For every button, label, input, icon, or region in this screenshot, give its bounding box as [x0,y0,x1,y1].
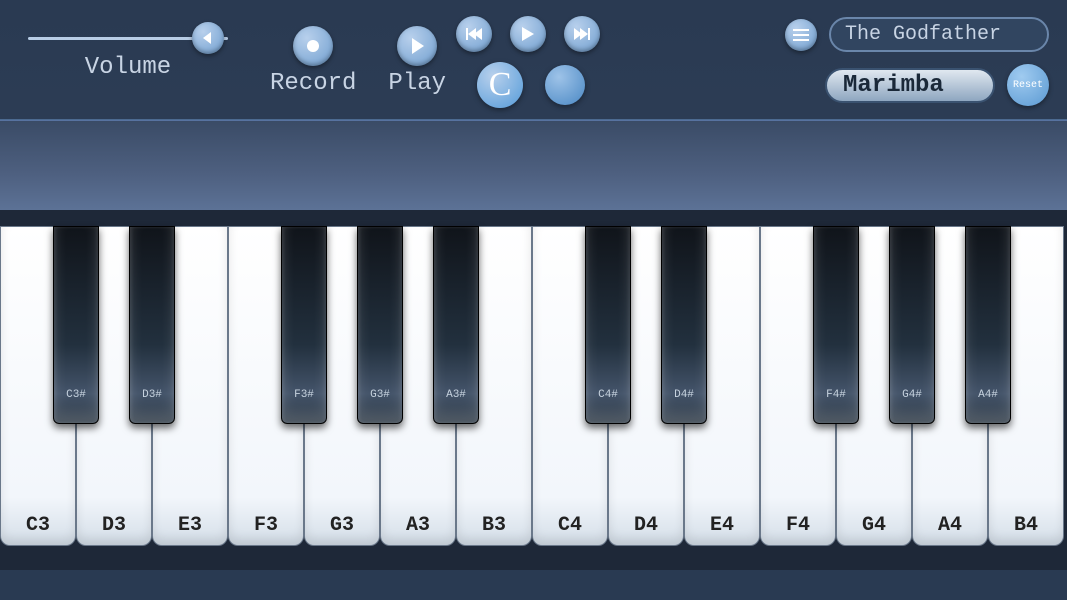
key-label: E4 [710,514,734,537]
key-label: C3# [66,389,86,401]
black-key-C3#[interactable]: C3# [53,226,99,424]
reset-button[interactable]: Reset [1007,64,1049,106]
key-label: A4# [978,389,998,401]
skip-forward-button[interactable] [564,16,600,52]
key-label: C4# [598,389,618,401]
key-label: B4 [1014,514,1038,537]
instrument-selector[interactable]: Marimba [825,68,995,103]
key-label: D3# [142,389,162,401]
black-key-G4#[interactable]: G4# [889,226,935,424]
play-control: Play [388,26,446,97]
key-label: D4 [634,514,658,537]
current-note-display: C [477,62,523,108]
key-label: A3 [406,514,430,537]
key-label: G4# [902,389,922,401]
key-label: C4 [558,514,582,537]
record-label: Record [270,70,356,97]
key-label: F3 [254,514,278,537]
transport-play-button[interactable] [510,16,546,52]
key-label: F4# [826,389,846,401]
black-key-D4#[interactable]: D4# [661,226,707,424]
volume-label: Volume [85,54,171,81]
black-key-C4#[interactable]: C4# [585,226,631,424]
song-list-button[interactable] [785,19,817,51]
key-label: A3# [446,389,466,401]
key-label: D3 [102,514,126,537]
keyboard-frame [0,120,1067,210]
record-control: Record [270,26,356,97]
key-label: G3 [330,514,354,537]
black-key-F4#[interactable]: F4# [813,226,859,424]
key-label: A4 [938,514,962,537]
key-label: B3 [482,514,506,537]
key-label: G4 [862,514,886,537]
indicator-button[interactable] [545,65,585,105]
key-label: E3 [178,514,202,537]
toolbar: Volume Record Play [0,0,1067,120]
black-key-A4#[interactable]: A4# [965,226,1011,424]
transport-controls [456,16,600,52]
skip-back-button[interactable] [456,16,492,52]
volume-control: Volume [18,26,238,81]
volume-slider[interactable] [28,26,228,50]
key-label: F3# [294,389,314,401]
key-label: F4 [786,514,810,537]
black-key-F3#[interactable]: F3# [281,226,327,424]
black-key-G3#[interactable]: G3# [357,226,403,424]
play-button[interactable] [397,26,437,66]
play-label: Play [388,70,446,97]
key-label: C3 [26,514,50,537]
key-label: D4# [674,389,694,401]
key-label: G3# [370,389,390,401]
black-key-D3#[interactable]: D3# [129,226,175,424]
keyboard: C3 D3 E3 F3 G3 A3 B3 C4 D4 E4 F4 G4 A4 B4 C3# D3# F3# G3… [0,210,1067,570]
record-button[interactable] [293,26,333,66]
song-name-field[interactable]: The Godfather [829,17,1049,52]
black-key-A3#[interactable]: A3# [433,226,479,424]
volume-knob[interactable] [192,22,224,54]
